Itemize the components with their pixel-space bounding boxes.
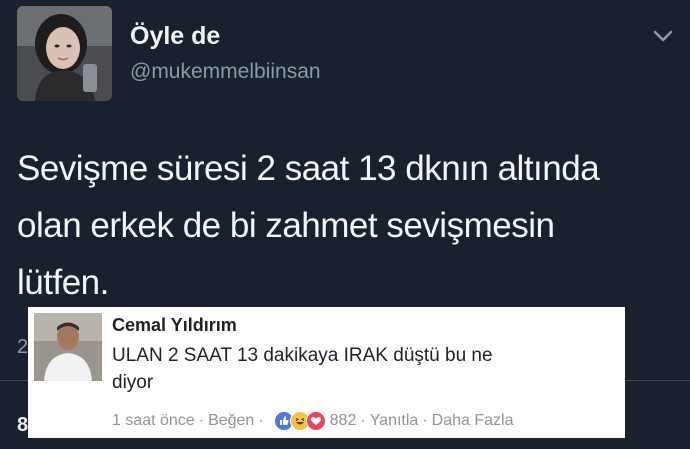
comment-text-line: diyor	[112, 372, 154, 393]
comment-author[interactable]: Cemal Yıldırım	[112, 315, 237, 336]
comment-avatar[interactable]	[34, 313, 102, 381]
display-name[interactable]: Öyle de	[130, 22, 220, 51]
tweet-text-line: olan erkek de bi zahmet sevişmesin	[17, 206, 555, 245]
reply-action-link[interactable]: Yanıtla	[370, 412, 419, 430]
tweet-text: Sevişme süresi 2 saat 13 dknın altında o…	[17, 140, 657, 311]
tweet-card: Öyle de @mukemmelbiinsan Sevişme süresi …	[0, 0, 690, 449]
reaction-count[interactable]: 882	[330, 412, 357, 430]
comment-meta: 1 saat önce · Beğen · 882 · Yanıtla · Da…	[112, 411, 513, 431]
separator: ·	[198, 412, 205, 429]
comment-text: ULAN 2 SAAT 13 dakikaya IRAK düştü bu ne…	[112, 342, 592, 396]
separator: ·	[422, 412, 428, 429]
like-action-link[interactable]: Beğen	[208, 412, 254, 430]
tweet-text-line: Sevişme süresi 2 saat 13 dknın altında	[17, 149, 600, 188]
username[interactable]: @mukemmelbiinsan	[130, 60, 321, 84]
comment-time[interactable]: 1 saat önce	[112, 412, 195, 430]
partial-retweet-count: 8	[17, 414, 29, 436]
separator: ·	[258, 412, 264, 429]
partial-timestamp: 2	[17, 336, 29, 358]
chevron-down-icon[interactable]	[652, 28, 674, 44]
avatar-photo	[34, 313, 102, 381]
separator: ·	[360, 412, 366, 429]
tweet-text-line: lütfen.	[17, 263, 109, 302]
tweet-avatar[interactable]	[17, 6, 112, 101]
more-action-link[interactable]: Daha Fazla	[432, 412, 514, 430]
love-icon[interactable]	[305, 411, 326, 431]
facebook-comment: Cemal Yıldırım ULAN 2 SAAT 13 dakikaya I…	[28, 307, 625, 438]
avatar-photo	[17, 6, 112, 101]
comment-text-line: ULAN 2 SAAT 13 dakikaya IRAK düştü bu ne	[112, 345, 493, 366]
